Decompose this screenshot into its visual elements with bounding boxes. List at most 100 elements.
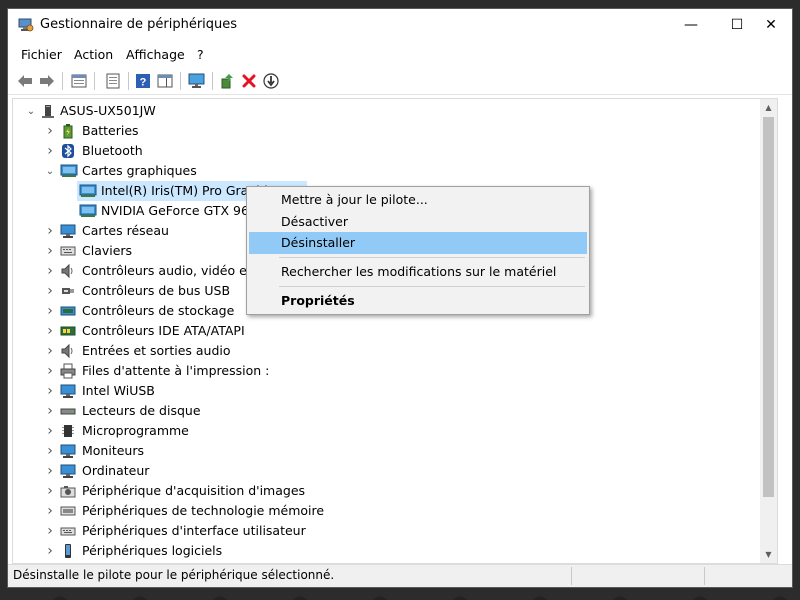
chevron-right-icon[interactable]: › <box>44 521 56 541</box>
context-separator <box>279 286 585 287</box>
computer-icon <box>60 463 76 479</box>
chevron-right-icon[interactable]: › <box>44 141 56 161</box>
tree-root[interactable]: ⌄ ASUS-UX501JW <box>13 101 763 121</box>
chevron-right-icon[interactable]: › <box>44 541 56 561</box>
show-pane-icon[interactable] <box>154 70 176 92</box>
status-separator <box>704 567 705 585</box>
battery-icon <box>60 123 76 139</box>
tree-category-item[interactable]: › Microprogramme <box>13 421 763 441</box>
toolbar-separator <box>128 72 129 90</box>
forward-arrow-icon[interactable] <box>36 70 58 92</box>
chevron-right-icon[interactable]: › <box>44 121 56 141</box>
help-icon[interactable]: ? <box>132 70 154 92</box>
memory-icon <box>60 503 76 519</box>
camera-icon <box>60 483 76 499</box>
chevron-right-icon[interactable]: › <box>44 481 56 501</box>
disable-icon[interactable] <box>260 70 282 92</box>
tree-category-item[interactable]: › Périphérique d'acquisition d'images <box>13 481 763 501</box>
chevron-right-icon[interactable]: › <box>44 221 56 241</box>
chevron-down-icon[interactable]: ⌄ <box>44 161 56 181</box>
monitor-scan-icon[interactable] <box>186 70 208 92</box>
firmware-icon <box>60 423 76 439</box>
menu-help[interactable]: ? <box>197 47 204 62</box>
tree-category-item[interactable]: › Périphériques d'interface utilisateur <box>13 521 763 541</box>
context-item-scan-hardware[interactable]: Rechercher les modifications sur le maté… <box>249 261 587 283</box>
tree-category-item[interactable]: › Contrôleurs IDE ATA/ATAPI <box>13 321 763 341</box>
software-device-icon <box>60 543 76 559</box>
menu-affichage[interactable]: Affichage <box>126 47 185 62</box>
device-manager-icon <box>18 18 34 32</box>
close-button[interactable]: ✕ <box>748 9 794 41</box>
chevron-right-icon[interactable]: › <box>44 301 56 321</box>
context-separator <box>279 257 585 258</box>
display-adapter-icon <box>60 163 78 179</box>
chevron-right-icon[interactable]: › <box>44 501 56 521</box>
tree-category-item[interactable]: › Ordinateur <box>13 461 763 481</box>
storage-icon <box>60 303 76 319</box>
printer-icon <box>60 363 76 379</box>
tree-item-label: Contrôleurs de stockage <box>82 303 235 318</box>
toolbar-separator <box>212 72 213 90</box>
tree-category-item[interactable]: › Périphériques logiciels <box>13 541 763 561</box>
tree-category-item[interactable]: › Entrées et sorties audio <box>13 341 763 361</box>
toolbar-separator <box>94 72 95 90</box>
context-item-update-driver[interactable]: Mettre à jour le pilote... <box>249 189 587 211</box>
chevron-right-icon[interactable]: › <box>44 341 56 361</box>
context-item-properties[interactable]: Propriétés <box>249 290 587 312</box>
hid-icon <box>60 523 76 539</box>
update-driver-icon[interactable] <box>216 70 238 92</box>
tree-item-label: Contrôleurs de bus USB <box>82 283 231 298</box>
usb-icon <box>60 283 76 299</box>
chevron-right-icon[interactable]: › <box>44 421 56 441</box>
tree-category-item[interactable]: › Périphériques de technologie mémoire <box>13 501 763 521</box>
context-item-disable[interactable]: Désactiver <box>249 211 587 233</box>
tree-item-label: Périphériques logiciels <box>82 543 223 558</box>
scroll-down-icon[interactable]: ▼ <box>760 546 777 563</box>
tree-item-label: Lecteurs de disque <box>82 403 201 418</box>
chevron-right-icon[interactable]: › <box>44 361 56 381</box>
context-item-uninstall[interactable]: Désinstaller <box>249 232 587 254</box>
tree-category-item[interactable]: › Files d'attente à l'impression : <box>13 361 763 381</box>
tree-item-label: Contrôleurs IDE ATA/ATAPI <box>82 323 245 338</box>
properties-icon[interactable] <box>68 70 90 92</box>
tree-category-item[interactable]: › Lecteurs de disque <box>13 401 763 421</box>
device-tree[interactable]: ⌄ ASUS-UX501JW › Batteries › Bluetooth ⌄ Cart… <box>12 98 778 564</box>
computer-icon <box>40 103 56 119</box>
tree-item-label: Périphériques d'interface utilisateur <box>82 523 306 538</box>
back-arrow-icon[interactable] <box>14 70 36 92</box>
tree-item-label: Microprogramme <box>82 423 189 438</box>
view-icon[interactable] <box>102 70 124 92</box>
svg-text:?: ? <box>140 77 147 89</box>
menu-bar: Fichier Action Affichage ? <box>8 45 792 65</box>
tree-item-label: Intel WiUSB <box>82 383 155 398</box>
tree-category-item[interactable]: › Bluetooth <box>13 141 763 161</box>
tree-category-item[interactable]: ⌄ Cartes graphiques <box>13 161 763 181</box>
chevron-right-icon[interactable]: › <box>44 261 56 281</box>
speaker-icon <box>60 263 76 279</box>
scroll-up-icon[interactable]: ▲ <box>760 99 777 116</box>
vertical-scrollbar[interactable]: ▲ ▼ <box>760 99 777 563</box>
menu-action[interactable]: Action <box>74 47 113 62</box>
tree-item-label: Périphériques de technologie mémoire <box>82 503 325 518</box>
tree-item-label: Cartes réseau <box>82 223 169 238</box>
chevron-right-icon[interactable]: › <box>44 441 56 461</box>
chevron-right-icon[interactable]: › <box>44 241 56 261</box>
chevron-right-icon[interactable]: › <box>44 401 56 421</box>
tree-category-item[interactable]: › Moniteurs <box>13 441 763 461</box>
tree-item-label: NVIDIA GeForce GTX 960M <box>101 203 268 218</box>
tree-item-label: Ordinateur <box>82 463 150 478</box>
minimize-button[interactable]: — <box>668 9 714 41</box>
chevron-right-icon[interactable]: › <box>44 321 56 341</box>
chevron-right-icon[interactable]: › <box>44 381 56 401</box>
uninstall-icon[interactable] <box>238 70 260 92</box>
chevron-right-icon[interactable]: › <box>44 281 56 301</box>
menu-fichier[interactable]: Fichier <box>21 47 62 62</box>
scrollbar-thumb[interactable] <box>763 117 774 497</box>
chevron-down-icon[interactable]: ⌄ <box>25 101 37 121</box>
chevron-right-icon[interactable]: › <box>44 461 56 481</box>
tree-category-item[interactable]: › Intel WiUSB <box>13 381 763 401</box>
tree-item-label: Files d'attente à l'impression : <box>82 363 270 378</box>
tree-item-label: Périphérique d'acquisition d'images <box>82 483 306 498</box>
tree-category-item[interactable]: › Batteries <box>13 121 763 141</box>
tree-item-label: Cartes graphiques <box>82 163 197 178</box>
